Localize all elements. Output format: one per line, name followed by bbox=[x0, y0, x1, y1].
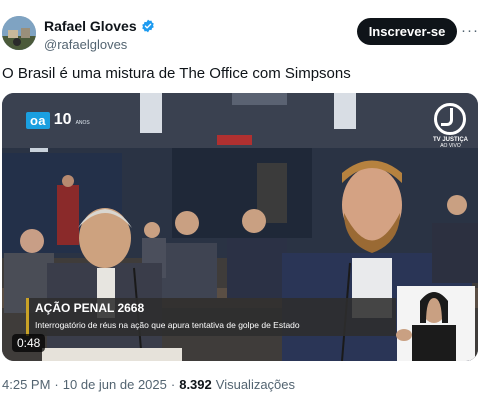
tv-justica-icon bbox=[434, 103, 467, 135]
broadcaster-logo: TV JUSTIÇA AO VIVO bbox=[433, 103, 468, 149]
channel-logo-sub: ANOS bbox=[75, 120, 90, 126]
tweet-metadata: 4:25 PM · 10 de jun de 2025 · 8.392 Visu… bbox=[2, 377, 295, 392]
verified-badge-icon bbox=[141, 19, 154, 33]
views-count: 8.392 bbox=[179, 377, 212, 392]
views-label: Visualizações bbox=[215, 377, 296, 392]
channel-logo-number: 10 bbox=[53, 111, 72, 128]
video-player[interactable]: oa 10 ANOS TV JUSTIÇA AO VIVO AÇÃO PENAL… bbox=[2, 93, 478, 361]
video-caption: AÇÃO PENAL 2668 Interrogatório de réus n… bbox=[26, 298, 396, 336]
post-time[interactable]: 4:25 PM bbox=[2, 377, 50, 392]
post-date[interactable]: 10 de jun de 2025 bbox=[63, 377, 167, 392]
caption-subtitle: Interrogatório de réus na ação que apura… bbox=[35, 320, 300, 330]
channel-logo: oa 10 ANOS bbox=[26, 111, 90, 129]
video-duration: 0:48 bbox=[12, 334, 46, 352]
tweet-card: Rafael Gloves @rafaelgloves Inscrever-se… bbox=[0, 0, 480, 420]
broadcaster-status: AO VIVO bbox=[440, 143, 461, 149]
channel-logo-mark: oa bbox=[26, 111, 50, 129]
user-handle[interactable]: @rafaelgloves bbox=[44, 37, 127, 52]
name-row: Rafael Gloves bbox=[44, 18, 155, 34]
tweet-text: O Brasil é uma mistura de The Office com… bbox=[2, 65, 351, 82]
follow-button[interactable]: Inscrever-se bbox=[357, 18, 457, 45]
avatar[interactable] bbox=[2, 16, 36, 50]
meta-separator-2: · bbox=[170, 377, 176, 392]
more-options-icon[interactable]: ··· bbox=[461, 22, 478, 39]
caption-title: AÇÃO PENAL 2668 bbox=[35, 301, 145, 315]
meta-separator: · bbox=[54, 377, 59, 392]
display-name[interactable]: Rafael Gloves bbox=[44, 18, 137, 34]
